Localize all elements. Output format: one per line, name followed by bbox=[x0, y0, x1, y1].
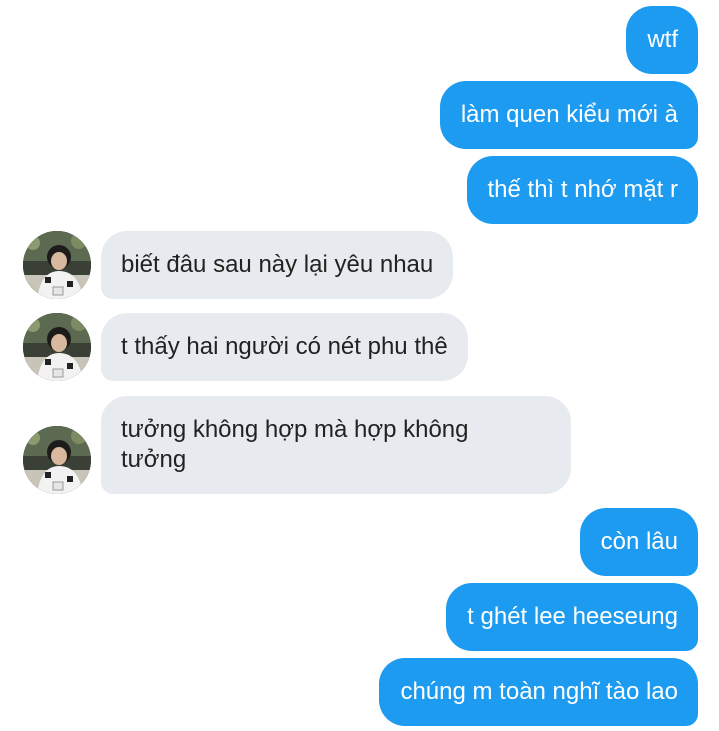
contact-avatar-icon[interactable] bbox=[23, 231, 91, 299]
message-bubble-outgoing[interactable]: làm quen kiểu mới à bbox=[439, 81, 698, 149]
message-bubble-outgoing[interactable]: wtf bbox=[626, 6, 698, 74]
message-bubble-outgoing[interactable]: thế thì t nhớ mặt r bbox=[466, 156, 698, 224]
message-bubble-outgoing[interactable]: chúng m toàn nghĩ tào lao bbox=[379, 658, 698, 726]
message-text: t ghét lee heeseung bbox=[467, 603, 678, 630]
message-bubble-incoming[interactable]: tưởng không hợp mà hợp không tưởng bbox=[101, 396, 571, 494]
message-text: thế thì t nhớ mặt r bbox=[487, 176, 679, 203]
contact-avatar-icon[interactable] bbox=[23, 426, 91, 494]
message-bubble-outgoing[interactable]: còn lâu bbox=[579, 508, 698, 576]
message-text: chúng m toàn nghĩ tào lao bbox=[400, 678, 678, 705]
message-text: wtf bbox=[647, 26, 678, 53]
message-bubble-incoming[interactable]: t thấy hai người có nét phu thê bbox=[101, 313, 468, 381]
message-text: t thấy hai người có nét phu thê bbox=[121, 333, 448, 360]
message-bubble-incoming[interactable]: biết đâu sau này lại yêu nhau bbox=[101, 231, 454, 299]
message-text: tưởng không hợp mà hợp không tưởng bbox=[121, 416, 469, 473]
message-text: làm quen kiểu mới à bbox=[460, 101, 678, 128]
chat-thread: wtf làm quen kiểu mới à thế thì t nhớ mặ… bbox=[0, 0, 719, 731]
message-text: biết đâu sau này lại yêu nhau bbox=[121, 251, 434, 278]
contact-avatar-icon[interactable] bbox=[23, 313, 91, 381]
message-text: còn lâu bbox=[600, 528, 678, 555]
message-bubble-outgoing[interactable]: t ghét lee heeseung bbox=[446, 583, 698, 651]
